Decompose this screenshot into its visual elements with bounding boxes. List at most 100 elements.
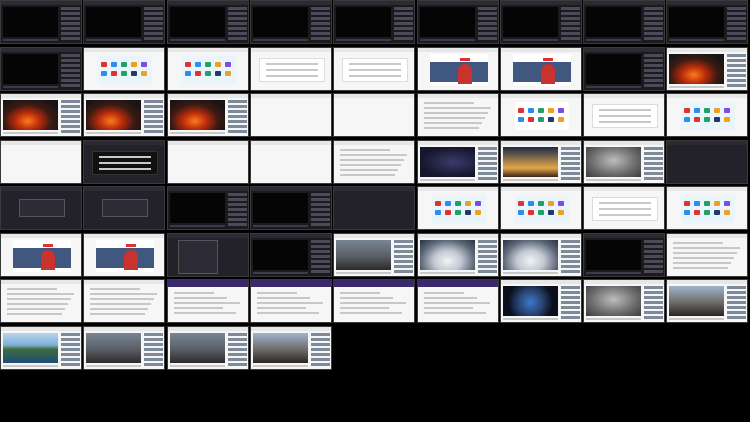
- speed-dial-tile-icon[interactable]: [558, 117, 564, 122]
- speed-dial-tile-icon[interactable]: [548, 108, 554, 113]
- speed-dial-tile-icon[interactable]: [704, 201, 710, 206]
- recommended-video-item[interactable]: [478, 265, 497, 268]
- recommended-video-item[interactable]: [144, 363, 163, 366]
- screenshot-thumbnail[interactable]: [500, 140, 582, 184]
- video-player[interactable]: [86, 7, 141, 37]
- speed-dial-tile-icon[interactable]: [558, 210, 564, 215]
- screenshot-thumbnail[interactable]: [417, 279, 499, 323]
- recommended-video-item[interactable]: [228, 27, 247, 30]
- speed-dial-tile-icon[interactable]: [475, 201, 481, 206]
- recommended-video-item[interactable]: [311, 250, 330, 253]
- speed-dial-tile-icon[interactable]: [684, 108, 690, 113]
- recommended-video-item[interactable]: [394, 240, 413, 243]
- screenshot-thumbnail[interactable]: [0, 0, 82, 44]
- recommended-video-item[interactable]: [561, 152, 580, 155]
- recommended-video-item[interactable]: [644, 177, 663, 180]
- video-player[interactable]: [503, 286, 558, 316]
- video-player[interactable]: [503, 240, 558, 270]
- recommended-video-item[interactable]: [478, 255, 497, 258]
- video-player[interactable]: [503, 7, 558, 37]
- recommended-video-item[interactable]: [727, 286, 746, 289]
- recommended-video-item[interactable]: [61, 343, 80, 346]
- speed-dial-tile-icon[interactable]: [684, 117, 690, 122]
- recommended-video-item[interactable]: [61, 74, 80, 77]
- recommended-video-item[interactable]: [228, 32, 247, 35]
- recommended-video-item[interactable]: [644, 296, 663, 299]
- speed-dial-tile-icon[interactable]: [694, 117, 700, 122]
- recommended-video-item[interactable]: [144, 343, 163, 346]
- video-player[interactable]: [170, 7, 225, 37]
- speed-dial-tile-icon[interactable]: [548, 117, 554, 122]
- screenshot-thumbnail[interactable]: [666, 186, 748, 230]
- recommended-video-item[interactable]: [228, 130, 247, 133]
- recommended-video-item[interactable]: [561, 157, 580, 160]
- recommended-video-item[interactable]: [644, 245, 663, 248]
- recommended-video-item[interactable]: [644, 162, 663, 165]
- recommended-video-item[interactable]: [144, 338, 163, 341]
- recommended-video-item[interactable]: [644, 7, 663, 10]
- recommended-video-item[interactable]: [644, 32, 663, 35]
- recommended-video-item[interactable]: [144, 105, 163, 108]
- recommended-video-item[interactable]: [561, 240, 580, 243]
- form-field[interactable]: [349, 75, 401, 77]
- recommended-video-item[interactable]: [478, 260, 497, 263]
- speed-dial-tile-icon[interactable]: [684, 201, 690, 206]
- recommended-video-item[interactable]: [644, 69, 663, 72]
- recommended-video-item[interactable]: [311, 203, 330, 206]
- speed-dial-tile-icon[interactable]: [518, 108, 524, 113]
- recommended-video-item[interactable]: [228, 343, 247, 346]
- recommended-video-item[interactable]: [311, 37, 330, 40]
- recommended-video-item[interactable]: [311, 32, 330, 35]
- screenshot-thumbnail[interactable]: [167, 0, 249, 44]
- speed-dial-tile-icon[interactable]: [548, 210, 554, 215]
- recommended-video-item[interactable]: [61, 32, 80, 35]
- recommended-video-item[interactable]: [394, 265, 413, 268]
- recommended-video-item[interactable]: [644, 79, 663, 82]
- screenshot-thumbnail[interactable]: [583, 186, 665, 230]
- recommended-video-item[interactable]: [228, 125, 247, 128]
- recommended-video-item[interactable]: [311, 22, 330, 25]
- recommended-video-item[interactable]: [644, 260, 663, 263]
- speed-dial-tile-icon[interactable]: [528, 108, 534, 113]
- recommended-video-item[interactable]: [561, 291, 580, 294]
- form-field[interactable]: [349, 69, 401, 71]
- screenshot-thumbnail[interactable]: [167, 93, 249, 137]
- speed-dial-tile-icon[interactable]: [694, 108, 700, 113]
- recommended-video-item[interactable]: [61, 110, 80, 113]
- recommended-video-item[interactable]: [311, 260, 330, 263]
- recommended-video-item[interactable]: [228, 218, 247, 221]
- speed-dial-tile-icon[interactable]: [548, 201, 554, 206]
- recommended-video-item[interactable]: [394, 12, 413, 15]
- form-field[interactable]: [266, 63, 318, 65]
- recommended-video-item[interactable]: [61, 130, 80, 133]
- screenshot-thumbnail[interactable]: [583, 140, 665, 184]
- recommended-video-item[interactable]: [644, 22, 663, 25]
- speed-dial-tile-icon[interactable]: [528, 201, 534, 206]
- screenshot-thumbnail[interactable]: [250, 186, 332, 230]
- recommended-video-item[interactable]: [478, 37, 497, 40]
- screenshot-thumbnail[interactable]: [83, 186, 165, 230]
- recommended-video-item[interactable]: [228, 7, 247, 10]
- screenshot-thumbnail[interactable]: [417, 0, 499, 44]
- recommended-video-item[interactable]: [61, 125, 80, 128]
- recommended-video-item[interactable]: [61, 7, 80, 10]
- recommended-video-item[interactable]: [228, 22, 247, 25]
- screenshot-thumbnail[interactable]: [83, 233, 165, 277]
- recommended-video-item[interactable]: [727, 291, 746, 294]
- recommended-video-item[interactable]: [561, 255, 580, 258]
- recommended-video-item[interactable]: [478, 22, 497, 25]
- screenshot-thumbnail[interactable]: [250, 279, 332, 323]
- speed-dial-tile-icon[interactable]: [558, 108, 564, 113]
- recommended-video-item[interactable]: [311, 333, 330, 336]
- speed-dial-tile-icon[interactable]: [131, 62, 137, 67]
- recommended-video-item[interactable]: [561, 250, 580, 253]
- recommended-video-item[interactable]: [311, 27, 330, 30]
- recommended-video-item[interactable]: [61, 363, 80, 366]
- recommended-video-item[interactable]: [478, 152, 497, 155]
- speed-dial-tile-icon[interactable]: [704, 210, 710, 215]
- recommended-video-item[interactable]: [644, 12, 663, 15]
- screenshot-thumbnail[interactable]: [250, 233, 332, 277]
- recommended-video-item[interactable]: [478, 250, 497, 253]
- recommended-video-item[interactable]: [478, 167, 497, 170]
- speed-dial-tile-icon[interactable]: [121, 71, 127, 76]
